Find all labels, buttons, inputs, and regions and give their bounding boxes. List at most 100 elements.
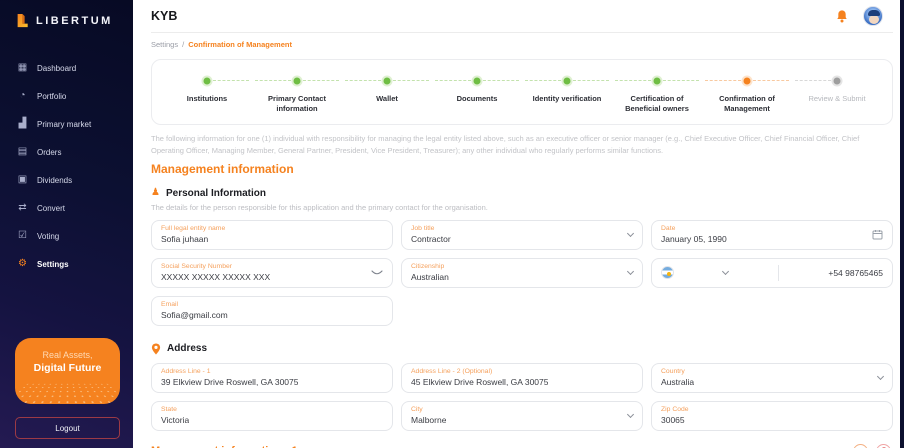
- sidebar-item-label: Dashboard: [37, 64, 76, 73]
- step-institutions[interactable]: Institutions: [162, 75, 252, 114]
- edit-button[interactable]: ✎: [853, 444, 868, 448]
- breadcrumb: Settings / Confirmation of Management: [151, 33, 893, 55]
- step-label: Institutions: [162, 94, 252, 104]
- promo-line1: Real Assets,: [15, 350, 120, 360]
- libertum-logo-icon: [15, 13, 29, 28]
- libertum-logo: LIBERTUM: [0, 0, 133, 28]
- email-field[interactable]: Email Sofia@gmail.com: [151, 296, 393, 326]
- promo-line2: Digital Future: [15, 362, 120, 374]
- address-line-2-field[interactable]: Address Line - 2 (Optional) 45 Elkview D…: [401, 363, 643, 393]
- argentina-flag-icon[interactable]: [661, 266, 674, 279]
- dividends-icon: ▣: [16, 175, 29, 185]
- chevron-down-icon: [627, 267, 634, 274]
- person-icon: ♟: [151, 188, 160, 198]
- promo-banner: Real Assets, Digital Future: [15, 338, 120, 404]
- delete-button[interactable]: [876, 444, 891, 448]
- gear-icon: ⚙: [16, 259, 29, 269]
- step-label: Identity verification: [522, 94, 612, 104]
- step-dot: [204, 78, 211, 85]
- field-value: January 05, 1990: [661, 234, 727, 244]
- country-select[interactable]: Country Australia: [651, 363, 893, 393]
- zip-code-field[interactable]: Zip Code 30065: [651, 401, 893, 431]
- stepper-card: Institutions Primary Contact information…: [151, 59, 893, 125]
- field-value: Contractor: [411, 234, 451, 244]
- step-dot: [834, 78, 841, 85]
- sidebar-item-dashboard[interactable]: ▦ Dashboard: [0, 54, 133, 82]
- field-label: State: [161, 406, 189, 413]
- step-dot: [654, 78, 661, 85]
- sidebar-item-convert[interactable]: ⇄ Convert: [0, 194, 133, 222]
- step-label: Documents: [432, 94, 522, 104]
- field-value: 45 Elkview Drive Roswell, GA 30075: [411, 377, 548, 387]
- step-dot: [474, 78, 481, 85]
- step-certification-beneficial-owners[interactable]: Certification of Beneficial owners: [612, 75, 702, 114]
- step-documents[interactable]: Documents: [432, 75, 522, 114]
- address-fields-row2: State Victoria City Malborne Zip Code 30…: [151, 401, 893, 431]
- field-label: Address Line - 2 (Optional): [411, 368, 548, 375]
- phone-number-field[interactable]: +54 98765465: [651, 258, 893, 288]
- user-avatar[interactable]: [863, 6, 883, 26]
- sidebar-item-label: Primary market: [37, 120, 91, 129]
- job-title-select[interactable]: Job title Contractor: [401, 220, 643, 250]
- window-edge-scrollbar-track[interactable]: [900, 0, 904, 448]
- step-primary-contact[interactable]: Primary Contact information: [252, 75, 342, 114]
- step-dot: [744, 78, 751, 85]
- field-label: Full legal entity name: [161, 225, 225, 232]
- step-confirmation-management[interactable]: Confirmation of Management: [702, 75, 792, 114]
- citizenship-select[interactable]: Citizenship Australian: [401, 258, 643, 288]
- sidebar-item-voting[interactable]: ☑ Voting: [0, 222, 133, 250]
- step-review-submit[interactable]: Review & Submit: [792, 75, 882, 114]
- convert-icon: ⇄: [16, 203, 29, 213]
- step-wallet[interactable]: Wallet: [342, 75, 432, 114]
- sidebar-item-label: Convert: [37, 204, 65, 213]
- field-label: Social Security Number: [161, 263, 270, 270]
- sidebar-item-orders[interactable]: ▤ Orders: [0, 138, 133, 166]
- field-label: Email: [161, 301, 228, 308]
- field-value: Sofia juhaan: [161, 234, 225, 244]
- step-label: Confirmation of Management: [702, 94, 792, 114]
- field-value: Sofia@gmail.com: [161, 310, 228, 320]
- sidebar-item-primary-market[interactable]: ▟ Primary market: [0, 110, 133, 138]
- chevron-down-icon[interactable]: [722, 267, 729, 274]
- field-value: Australian: [411, 272, 449, 282]
- step-dot: [294, 78, 301, 85]
- sidebar-item-portfolio[interactable]: ◔ Portfolio: [0, 82, 133, 110]
- phone-number-value: +54 98765465: [828, 268, 883, 278]
- full-legal-entity-name-field[interactable]: Full legal entity name Sofia juhaan: [151, 220, 393, 250]
- main-content: KYB Settings / Confirmation of Managemen…: [133, 0, 904, 448]
- address-header: Address: [151, 343, 893, 355]
- sidebar-item-label: Portfolio: [37, 92, 66, 101]
- page-title: KYB: [151, 9, 177, 23]
- stepper: Institutions Primary Contact information…: [162, 75, 882, 114]
- breadcrumb-settings[interactable]: Settings: [151, 40, 178, 49]
- bar-chart-icon: ▟: [16, 119, 29, 129]
- field-value: Australia: [661, 377, 694, 387]
- field-label: Zip Code: [661, 406, 689, 413]
- date-of-birth-field[interactable]: Date January 05, 1990: [651, 220, 893, 250]
- eye-off-icon[interactable]: [371, 269, 383, 277]
- state-field[interactable]: State Victoria: [151, 401, 393, 431]
- sidebar-item-label: Dividends: [37, 176, 72, 185]
- logout-button[interactable]: Logout: [15, 417, 120, 439]
- calendar-icon[interactable]: [872, 229, 883, 240]
- field-label: Address Line - 1: [161, 368, 298, 375]
- field-label: City: [411, 406, 446, 413]
- voting-icon: ☑: [16, 231, 29, 241]
- record-actions: ✎: [853, 444, 893, 448]
- management-information-1-row: Management information - 1 ✎: [151, 444, 893, 448]
- field-label: Job title: [411, 225, 451, 232]
- personal-fields-row2: Social Security Number XXXXX XXXXX XXXXX…: [151, 258, 893, 288]
- personal-fields-row3: Email Sofia@gmail.com: [151, 296, 893, 326]
- field-value: 39 Elkview Drive Roswell, GA 30075: [161, 377, 298, 387]
- address-fields-row1: Address Line - 1 39 Elkview Drive Roswel…: [151, 363, 893, 393]
- city-select[interactable]: City Malborne: [401, 401, 643, 431]
- social-security-number-field[interactable]: Social Security Number XXXXX XXXXX XXXXX…: [151, 258, 393, 288]
- personal-information-subtitle: The details for the person responsible f…: [151, 203, 893, 212]
- sidebar-item-settings[interactable]: ⚙ Settings: [0, 250, 133, 278]
- step-dot: [564, 78, 571, 85]
- address-line-1-field[interactable]: Address Line - 1 39 Elkview Drive Roswel…: [151, 363, 393, 393]
- breadcrumb-separator: /: [182, 40, 184, 49]
- notification-bell-icon[interactable]: [835, 9, 849, 24]
- sidebar-item-dividends[interactable]: ▣ Dividends: [0, 166, 133, 194]
- step-identity-verification[interactable]: Identity verification: [522, 75, 612, 114]
